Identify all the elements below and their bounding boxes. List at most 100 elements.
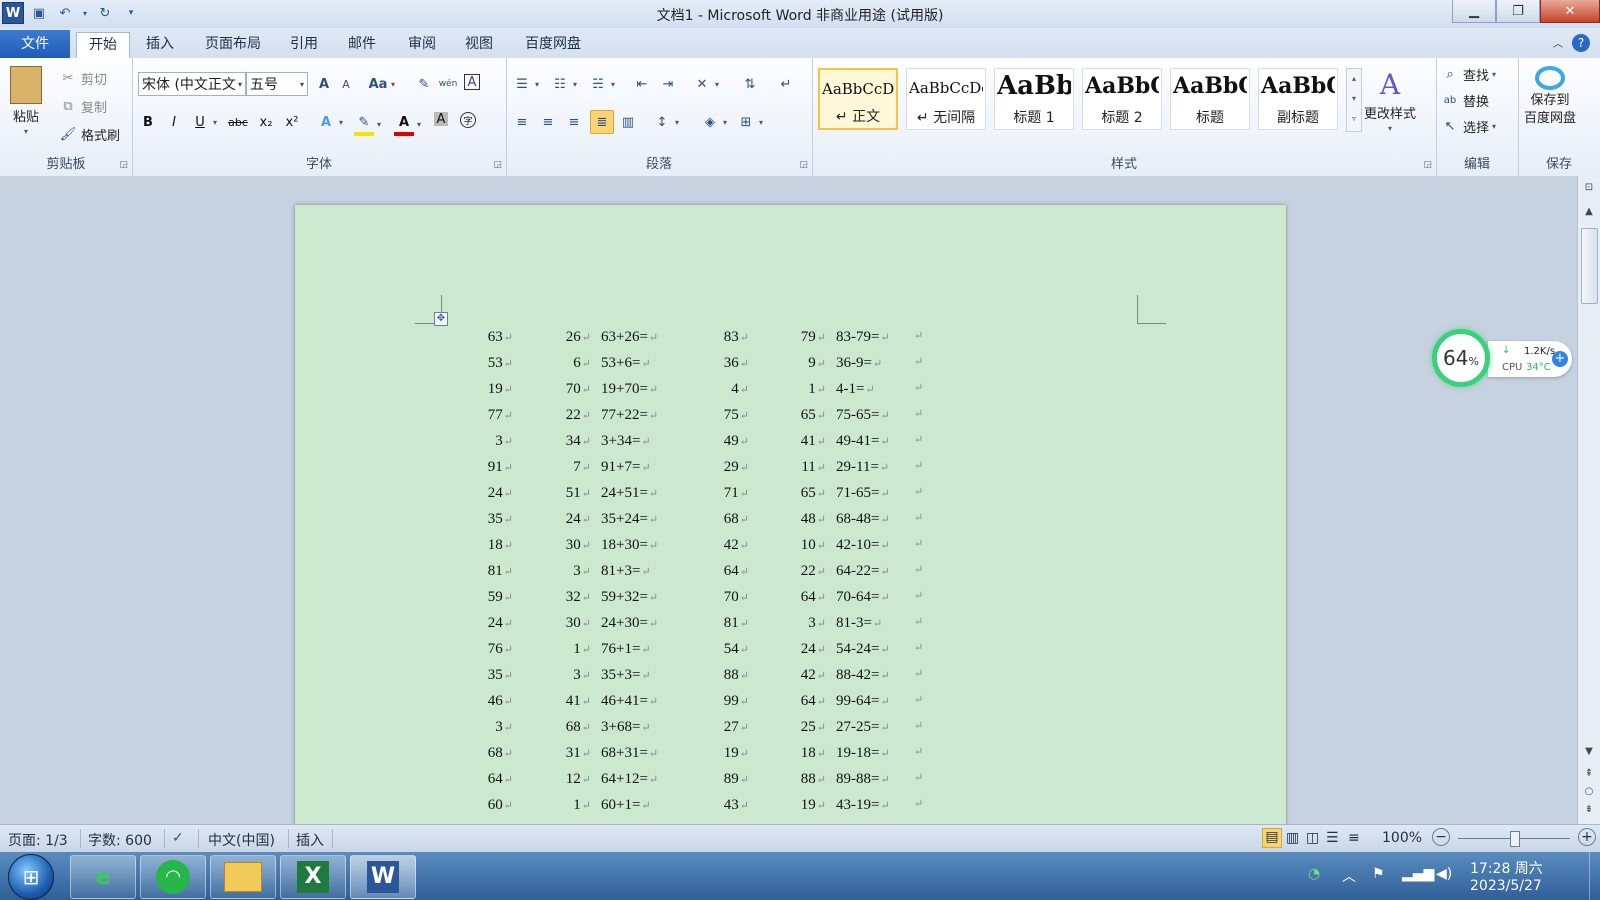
styles-launcher-icon[interactable]: ◲ [1423, 160, 1432, 170]
tab-view[interactable]: 视图 [459, 32, 499, 57]
table-cell[interactable]: 27-25=↵ [836, 719, 890, 736]
font-launcher-icon[interactable]: ◲ [493, 160, 502, 170]
table-cell[interactable]: 63↵ [488, 329, 513, 346]
tab-mailings[interactable]: 邮件 [342, 32, 382, 57]
tab-home[interactable]: 开始 [76, 32, 130, 58]
highlight-button[interactable]: ✎ ▾ [354, 112, 381, 136]
table-cell[interactable]: 75-65=↵ [836, 407, 890, 424]
change-case-button[interactable]: Aa ▾ [368, 74, 395, 94]
web-layout-view-icon[interactable]: ◫ [1306, 830, 1319, 846]
full-reading-view-icon[interactable]: ▥ [1286, 830, 1299, 846]
table-cell[interactable]: 59+32=↵ [601, 589, 658, 606]
table-cell[interactable]: 4-1=↵ [836, 381, 875, 398]
table-cell[interactable]: 35↵ [488, 511, 513, 528]
table-cell[interactable]: 64-22=↵ [836, 563, 890, 580]
table-cell[interactable]: 3↵ [573, 667, 591, 684]
show-marks-button[interactable]: ↵ [776, 74, 796, 94]
table-cell[interactable]: 48↵ [801, 511, 826, 528]
superscript-button[interactable]: x² [282, 112, 302, 132]
table-cell[interactable]: 68↵ [566, 719, 591, 736]
table-cell[interactable]: 27↵ [724, 719, 749, 736]
table-cell[interactable]: 42↵ [724, 537, 749, 554]
align-right-button[interactable]: ≡ [564, 112, 584, 132]
table-cell[interactable]: 64+12=↵ [601, 771, 658, 788]
clock-time[interactable]: 17:28 周六 [1470, 858, 1543, 878]
italic-button[interactable]: I [164, 112, 184, 132]
table-cell[interactable]: 32↵ [566, 589, 591, 606]
table-cell[interactable]: 30↵ [566, 615, 591, 632]
table-cell[interactable]: 41↵ [801, 433, 826, 450]
table-cell[interactable]: 43-19=↵ [836, 797, 890, 814]
zoom-slider-thumb[interactable] [1510, 831, 1520, 847]
tab-page-layout[interactable]: 页面布局 [200, 32, 266, 57]
table-cell[interactable]: 3↵ [573, 563, 591, 580]
network-signal-icon[interactable]: ▂▄▆ [1402, 866, 1434, 882]
style-title[interactable]: AaBbC 标题 [1170, 68, 1250, 130]
taskbar-excel[interactable]: X [280, 855, 346, 899]
taskbar-word[interactable]: W [350, 855, 416, 899]
table-cell[interactable]: 46↵ [488, 693, 513, 710]
show-desktop-button[interactable] [1589, 852, 1600, 900]
table-cell[interactable]: 18+30=↵ [601, 537, 658, 554]
style-normal[interactable]: AaBbCcDd ↵ 正文 [818, 68, 898, 130]
table-cell[interactable]: 64↵ [488, 771, 513, 788]
distributed-button[interactable]: ▥ [618, 112, 638, 132]
bold-button[interactable]: B [138, 112, 158, 132]
table-cell[interactable]: 29-11=↵ [836, 459, 889, 476]
word-count[interactable]: 字数: 600 [88, 830, 152, 850]
table-cell[interactable]: 65↵ [801, 407, 826, 424]
table-cell[interactable]: 88-42=↵ [836, 667, 890, 684]
table-cell[interactable]: 3↵ [808, 615, 826, 632]
style-no-spacing[interactable]: AaBbCcDd ↵ 无间隔 [906, 68, 986, 130]
sort-button[interactable]: ⇅ [740, 74, 760, 94]
clock-date[interactable]: 2023/5/27 [1470, 878, 1542, 894]
table-cell[interactable]: 42↵ [801, 667, 826, 684]
line-spacing-button[interactable]: ↕ ▾ [652, 112, 679, 132]
clipboard-launcher-icon[interactable]: ◲ [119, 160, 128, 170]
table-cell[interactable]: 99↵ [724, 693, 749, 710]
change-styles-button[interactable]: A 更改样式 ▾ [1364, 68, 1416, 133]
table-cell[interactable]: 70↵ [566, 381, 591, 398]
table-cell[interactable]: 41↵ [566, 693, 591, 710]
zoom-slider[interactable] [1458, 831, 1570, 847]
table-cell[interactable]: 25↵ [801, 719, 826, 736]
table-cell[interactable]: 4↵ [731, 381, 749, 398]
table-cell[interactable]: 71-65=↵ [836, 485, 890, 502]
char-border-button[interactable]: A [464, 74, 480, 90]
table-cell[interactable]: 35+3=↵ [601, 667, 651, 684]
minimize-ribbon-icon[interactable]: ︿ [1550, 32, 1566, 57]
table-cell[interactable]: 83-79=↵ [836, 329, 890, 346]
table-cell[interactable]: 35+24=↵ [601, 511, 658, 528]
font-color-button[interactable]: A ▾ [394, 112, 421, 136]
table-cell[interactable]: 22↵ [566, 407, 591, 424]
align-left-button[interactable]: ≡ [512, 112, 532, 132]
multilevel-list-button[interactable]: ☵ ▾ [588, 74, 615, 94]
print-layout-view-icon[interactable]: ▤ [1262, 828, 1282, 848]
table-cell[interactable]: 34↵ [566, 433, 591, 450]
format-painter-button[interactable]: 🖌 格式刷 [58, 124, 120, 144]
table-cell[interactable]: 6↵ [573, 355, 591, 372]
table-cell[interactable]: 19+70=↵ [601, 381, 658, 398]
table-cell[interactable]: 30↵ [566, 537, 591, 554]
bullets-button[interactable]: ☰ ▾ [512, 74, 539, 94]
table-cell[interactable]: 70↵ [724, 589, 749, 606]
borders-button[interactable]: ⊞ ▾ [736, 112, 763, 132]
scroll-down-icon[interactable]: ▼ [1578, 746, 1600, 757]
proofing-icon[interactable]: ✓ [172, 830, 184, 846]
table-cell[interactable]: 64↵ [801, 589, 826, 606]
table-cell[interactable]: 7↵ [573, 459, 591, 476]
table-cell[interactable]: 65↵ [801, 485, 826, 502]
tab-insert[interactable]: 插入 [140, 32, 180, 57]
table-cell[interactable]: 68↵ [724, 511, 749, 528]
table-cell[interactable]: 81↵ [488, 563, 513, 580]
taskbar-explorer[interactable] [210, 855, 276, 899]
table-cell[interactable]: 1↵ [808, 381, 826, 398]
table-cell[interactable]: 12↵ [566, 771, 591, 788]
browse-object-icon[interactable]: ○ [1578, 786, 1600, 797]
table-cell[interactable]: 83↵ [724, 329, 749, 346]
subscript-button[interactable]: x₂ [256, 112, 276, 132]
table-cell[interactable]: 77+22=↵ [601, 407, 658, 424]
table-cell[interactable]: 22↵ [801, 563, 826, 580]
find-button[interactable]: ⌕ 查找 ▾ [1440, 64, 1496, 84]
table-cell[interactable]: 76+1=↵ [601, 641, 651, 658]
